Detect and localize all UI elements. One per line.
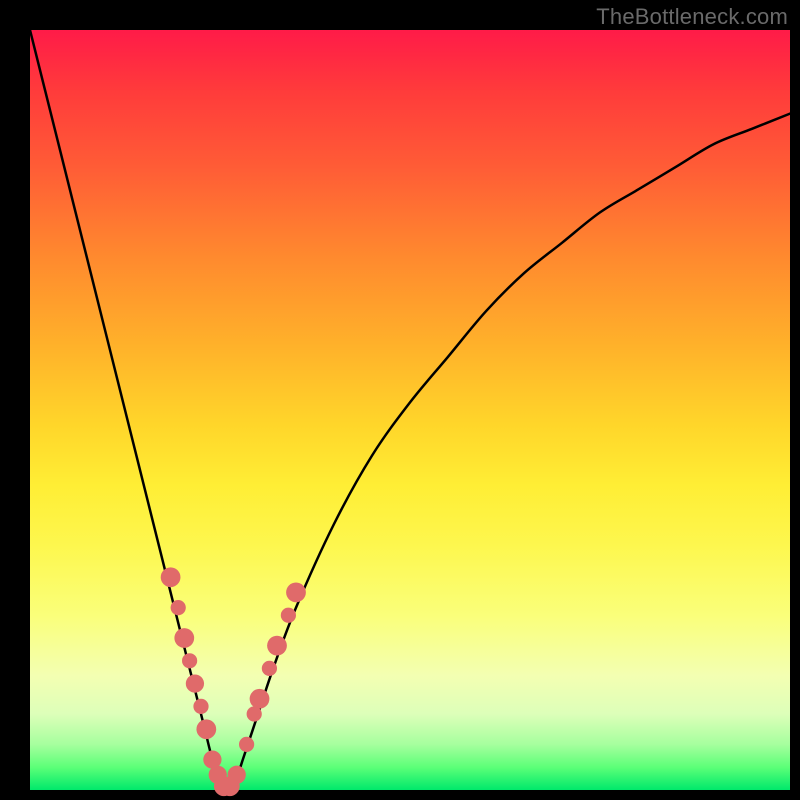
curve-marker — [262, 661, 277, 676]
chart-frame: TheBottleneck.com — [0, 0, 800, 800]
plot-area — [30, 30, 790, 790]
curve-marker — [267, 636, 287, 656]
curve-marker — [239, 737, 254, 752]
curve-marker — [186, 674, 204, 692]
curve-marker — [286, 583, 306, 603]
watermark-text: TheBottleneck.com — [596, 4, 788, 30]
curve-marker — [182, 653, 197, 668]
curve-svg — [30, 30, 790, 790]
curve-marker — [174, 628, 194, 648]
curve-marker — [247, 706, 262, 721]
curve-marker — [196, 719, 216, 739]
curve-marker — [228, 766, 246, 784]
curve-markers — [161, 567, 306, 796]
bottleneck-curve — [30, 30, 790, 790]
curve-marker — [193, 699, 208, 714]
curve-marker — [281, 608, 296, 623]
curve-marker — [171, 600, 186, 615]
curve-marker — [161, 567, 181, 587]
curve-marker — [250, 689, 270, 709]
